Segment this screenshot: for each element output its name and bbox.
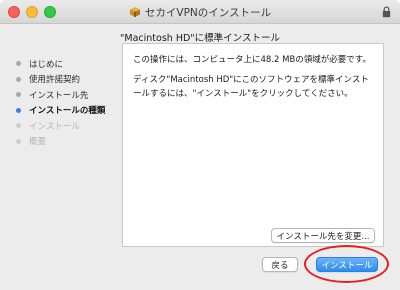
step-label: インストール bbox=[29, 121, 80, 132]
installer-steps-sidebar: はじめに 使用許諾契約 インストール先 インストールの種類 インストール 概要 bbox=[16, 56, 126, 149]
step-destination: インストール先 bbox=[16, 87, 126, 103]
disk-space-text: この操作には、コンピュータ上に48.2 MBの領域が必要です。 bbox=[133, 55, 371, 65]
install-heading: "Macintosh HD"に標準インストール bbox=[120, 33, 280, 44]
step-dot bbox=[16, 76, 21, 82]
step-dot bbox=[16, 107, 21, 113]
step-dot bbox=[16, 92, 21, 98]
back-button[interactable]: 戻る bbox=[262, 257, 298, 272]
step-label: インストールの種類 bbox=[29, 106, 106, 117]
installer-window: セカイVPNのインストール "Macintosh HD"に標準インストール はじ… bbox=[0, 0, 400, 290]
step-installation: インストール bbox=[16, 118, 126, 134]
window-title: セカイVPNのインストール bbox=[144, 6, 272, 19]
step-label: インストール先 bbox=[29, 90, 89, 101]
package-icon bbox=[129, 7, 140, 17]
step-dot bbox=[16, 61, 21, 67]
content-panel: この操作には、コンピュータ上に48.2 MBの領域が必要です。 ディスク"Mac… bbox=[122, 43, 384, 247]
install-button-highlight-circle bbox=[304, 245, 389, 283]
step-license: 使用許諾契約 bbox=[16, 72, 126, 88]
step-label: 使用許諾契約 bbox=[29, 75, 81, 86]
step-introduction: はじめに bbox=[16, 56, 126, 72]
change-install-location-button[interactable]: インストール先を変更... bbox=[271, 228, 375, 243]
step-label: 概要 bbox=[29, 137, 47, 148]
step-dot bbox=[16, 123, 21, 129]
step-dot bbox=[16, 138, 21, 144]
title-bar: セカイVPNのインストール bbox=[0, 0, 400, 24]
lock-icon bbox=[382, 6, 391, 18]
install-instruction-text: ディスク"Macintosh HD"にこのソフトウェアを標準インストールするには… bbox=[133, 75, 369, 99]
step-summary: 概要 bbox=[16, 134, 126, 150]
window-title-group: セカイVPNのインストール bbox=[0, 0, 400, 24]
step-label: はじめに bbox=[29, 59, 64, 70]
step-installation-type: インストールの種類 bbox=[16, 103, 126, 119]
